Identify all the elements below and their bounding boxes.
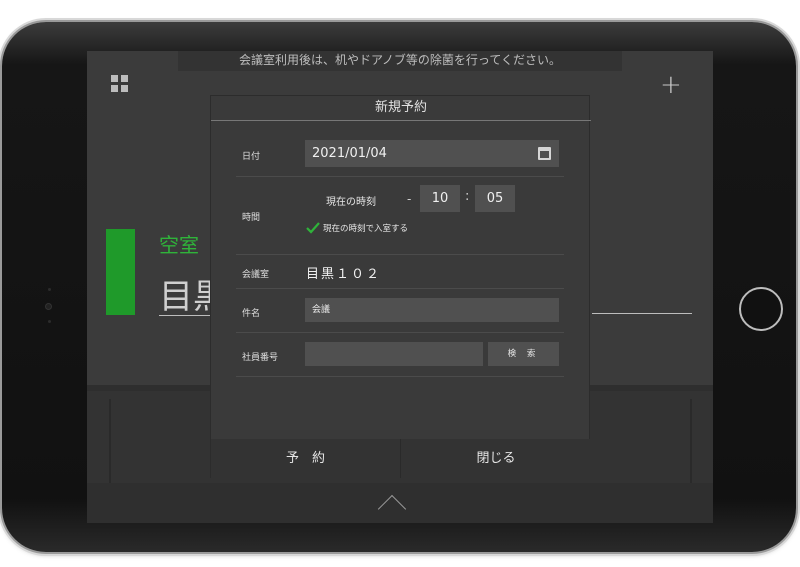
employee-number-field[interactable] [305,342,483,366]
add-icon[interactable]: + [660,72,682,98]
divider [211,120,591,121]
search-button[interactable]: 検 索 [488,342,559,366]
enter-now-checkbox-label[interactable]: 現在の時刻で入室する [323,222,408,234]
divider [236,176,564,177]
new-reservation-dialog: 新規予約 日付 2021/01/04 時間 現在の時刻 - 10 : 05 現在… [210,95,591,478]
employee-number-label: 社員番号 [242,353,279,363]
divider [109,399,111,483]
divider [236,332,564,333]
divider [236,376,564,377]
date-value: 2021/01/04 [312,146,387,161]
close-button[interactable]: 閉じる [401,439,591,478]
divider [690,399,692,483]
sensor-dot [48,320,51,323]
room-label: 会議室 [242,270,270,280]
vacancy-indicator [106,229,135,315]
time-separator: - [407,192,412,206]
notice-banner: 会議室利用後は、机やドアノブ等の除菌を行ってください。 [178,51,622,71]
dialog-title: 新規予約 [374,100,427,115]
calendar-icon[interactable] [538,147,551,160]
time-colon: : [465,189,470,204]
front-camera [45,303,52,310]
date-field[interactable]: 2021/01/04 [305,140,559,167]
divider [592,313,692,314]
time-label: 時間 [242,213,261,223]
home-button[interactable] [739,287,783,331]
subject-label: 件名 [242,309,261,319]
grid-menu-icon[interactable] [111,75,129,93]
check-icon[interactable] [306,222,320,234]
reserve-button[interactable]: 予 約 [211,439,400,478]
hour-field[interactable]: 10 [420,185,460,212]
date-label: 日付 [242,152,261,162]
dialog-footer: 予 約 閉じる [211,439,591,478]
app-screen: 会議室利用後は、机やドアノブ等の除菌を行ってください。 + 空室 目黒１０２ 新… [87,51,713,523]
room-value: 目黒１０２ [306,267,382,282]
subject-field[interactable]: 会議 [305,298,559,322]
divider [236,254,564,255]
sensor-dot [48,288,51,291]
divider [159,315,211,316]
current-time-label: 現在の時刻 [326,197,376,208]
room-status: 空室 [159,233,199,257]
divider [236,288,564,289]
minute-field[interactable]: 05 [475,185,515,212]
